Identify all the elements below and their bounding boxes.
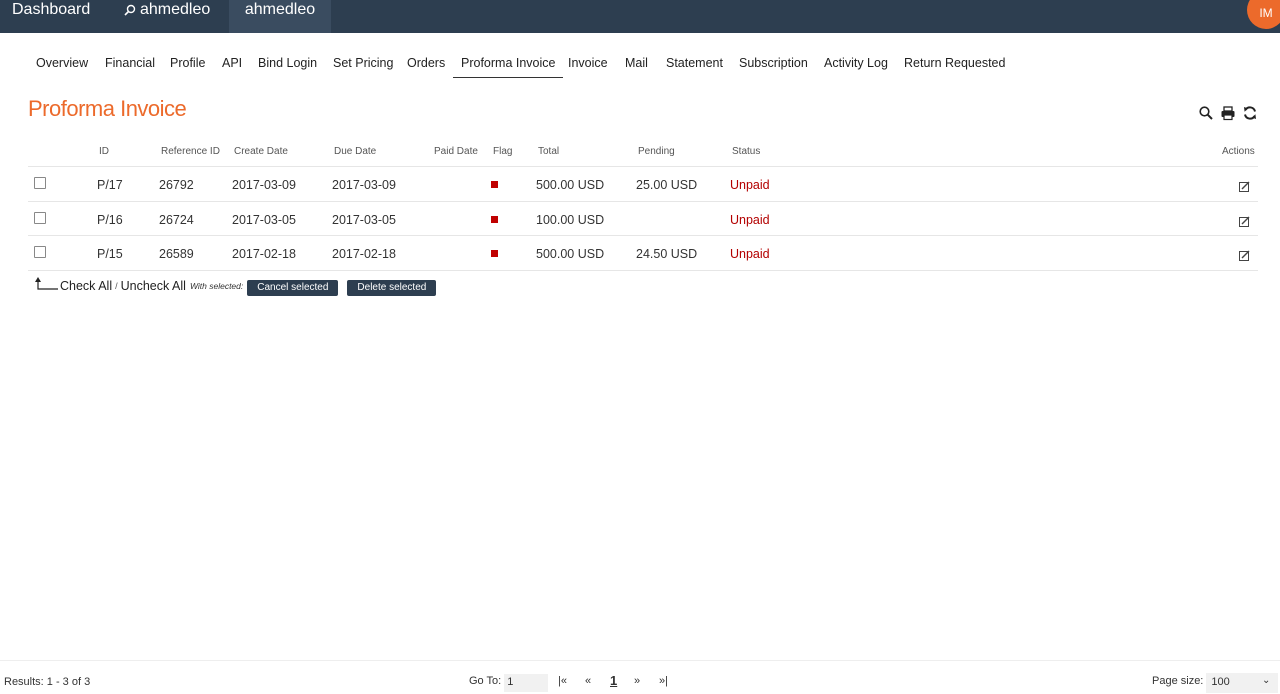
row-checkbox[interactable] bbox=[34, 177, 46, 189]
toolbar bbox=[1198, 105, 1258, 121]
tab-profile[interactable]: Profile bbox=[170, 56, 205, 70]
client-tabs: Overview Financial Profile API Bind Logi… bbox=[0, 52, 1280, 80]
pagination-footer: Results: 1 - 3 of 3 Go To: 1 |« « 1 » »|… bbox=[0, 660, 1280, 694]
flag-marker bbox=[491, 215, 498, 223]
tab-api[interactable]: API bbox=[222, 56, 242, 70]
invoice-id[interactable]: P/16 bbox=[97, 213, 123, 227]
pending: 25.00 USD bbox=[636, 178, 698, 192]
pending: 24.50 USD bbox=[636, 247, 698, 261]
tab-statement[interactable]: Statement bbox=[666, 56, 723, 70]
reference-id: 26724 bbox=[159, 212, 194, 227]
search-icon bbox=[124, 4, 136, 16]
uncheck-all-link[interactable]: Uncheck All bbox=[121, 279, 186, 293]
table-row: P/17 26792 2017-03-09 2017-03-09 500.00 … bbox=[28, 167, 1258, 202]
delete-selected-button[interactable]: Delete selected bbox=[347, 280, 437, 296]
create-date: 2017-02-18 bbox=[232, 247, 296, 261]
row-checkbox[interactable] bbox=[34, 246, 46, 258]
goto-input[interactable]: 1 bbox=[504, 674, 549, 692]
cancel-selected-button[interactable]: Cancel selected bbox=[247, 280, 339, 296]
invoice-id[interactable]: P/15 bbox=[97, 247, 123, 261]
tab-set-pricing[interactable]: Set Pricing bbox=[333, 56, 393, 70]
total: 500.00 USD bbox=[536, 178, 605, 192]
tab-activity-log[interactable]: Activity Log bbox=[824, 56, 888, 70]
edit-icon[interactable] bbox=[1239, 248, 1250, 266]
reference-id: 26792 bbox=[159, 178, 194, 192]
col-due-date[interactable]: Due Date bbox=[334, 146, 376, 157]
with-selected-label: With selected: bbox=[189, 281, 244, 291]
goto-page: Go To: 1 bbox=[469, 674, 549, 692]
due-date: 2017-02-18 bbox=[332, 247, 396, 261]
status-badge: Unpaid bbox=[730, 212, 770, 227]
page-size-label: Page size: bbox=[1152, 675, 1204, 687]
invoice-id[interactable]: P/17 bbox=[97, 178, 123, 192]
due-date: 2017-03-05 bbox=[332, 212, 396, 227]
goto-label: Go To: bbox=[469, 675, 502, 687]
tab-subscription[interactable]: Subscription bbox=[739, 56, 808, 70]
current-page[interactable]: 1 bbox=[610, 673, 617, 688]
flag-marker bbox=[491, 181, 498, 188]
user-search-link[interactable]: ahmedleo bbox=[124, 0, 210, 33]
col-actions: Actions bbox=[1222, 146, 1255, 157]
tab-mail[interactable]: Mail bbox=[625, 56, 648, 70]
tab-proforma-invoice[interactable]: Proforma Invoice bbox=[453, 56, 564, 78]
edit-icon[interactable] bbox=[1239, 179, 1250, 197]
top-navigation-bar: Dashboard ahmedleo ahmedleo IM bbox=[0, 0, 1280, 33]
due-date: 2017-03-09 bbox=[332, 178, 396, 192]
tab-orders[interactable]: Orders bbox=[407, 56, 445, 70]
check-separator: / bbox=[115, 281, 118, 291]
proforma-invoice-table: ID Reference ID Create Date Due Date Pai… bbox=[28, 140, 1258, 271]
table-row: P/15 26589 2017-02-18 2017-02-18 500.00 … bbox=[28, 236, 1258, 271]
active-user-tab[interactable]: ahmedleo bbox=[229, 0, 331, 33]
prev-page-button[interactable]: « bbox=[585, 675, 591, 687]
dashboard-link[interactable]: Dashboard bbox=[12, 0, 90, 33]
status-badge: Unpaid bbox=[730, 247, 770, 261]
row-checkbox[interactable] bbox=[34, 211, 46, 224]
page-size-select[interactable]: 100 ⌄ bbox=[1206, 673, 1279, 693]
total: 500.00 USD bbox=[536, 247, 605, 261]
total: 100.00 USD bbox=[536, 212, 605, 227]
table-header: ID Reference ID Create Date Due Date Pai… bbox=[28, 140, 1258, 167]
tab-bind-login[interactable]: Bind Login bbox=[258, 56, 317, 70]
page-title: Proforma Invoice bbox=[28, 96, 187, 121]
edit-icon[interactable] bbox=[1239, 214, 1250, 232]
avatar[interactable]: IM bbox=[1247, 0, 1280, 29]
refresh-icon[interactable] bbox=[1242, 105, 1258, 121]
bulk-actions: Check All / Uncheck All With selected: C… bbox=[34, 275, 437, 297]
create-date: 2017-03-09 bbox=[232, 178, 296, 192]
search-icon[interactable] bbox=[1198, 105, 1214, 121]
col-flag[interactable]: Flag bbox=[493, 146, 512, 157]
tab-overview[interactable]: Overview bbox=[36, 56, 88, 70]
col-reference-id[interactable]: Reference ID bbox=[161, 146, 220, 157]
flag-marker bbox=[491, 250, 498, 257]
search-user-label: ahmedleo bbox=[140, 1, 211, 18]
status-badge: Unpaid bbox=[730, 178, 770, 192]
last-page-button[interactable]: »| bbox=[659, 675, 668, 687]
print-icon[interactable] bbox=[1220, 105, 1236, 121]
create-date: 2017-03-05 bbox=[232, 212, 296, 227]
results-count: Results: 1 - 3 of 3 bbox=[4, 676, 91, 688]
check-all-link[interactable]: Check All bbox=[60, 279, 112, 293]
table-row: P/16 26724 2017-03-05 2017-03-05 100.00 … bbox=[28, 202, 1258, 236]
col-id[interactable]: ID bbox=[99, 146, 109, 157]
col-paid-date[interactable]: Paid Date bbox=[434, 146, 478, 157]
first-page-button[interactable]: |« bbox=[558, 675, 567, 687]
col-pending[interactable]: Pending bbox=[638, 146, 675, 157]
col-status[interactable]: Status bbox=[732, 146, 760, 157]
col-total[interactable]: Total bbox=[538, 146, 559, 157]
tab-return-requested[interactable]: Return Requested bbox=[904, 56, 1005, 70]
tab-invoice[interactable]: Invoice bbox=[568, 56, 608, 70]
tab-financial[interactable]: Financial bbox=[105, 56, 155, 70]
corner-arrow-icon bbox=[35, 277, 58, 290]
col-create-date[interactable]: Create Date bbox=[234, 146, 288, 157]
reference-id: 26589 bbox=[159, 247, 194, 261]
next-page-button[interactable]: » bbox=[634, 675, 640, 687]
page-size-value: 100 bbox=[1211, 676, 1230, 688]
chevron-down-icon: ⌄ bbox=[1261, 675, 1271, 686]
page-size: Page size: 100 ⌄ bbox=[1152, 673, 1279, 693]
